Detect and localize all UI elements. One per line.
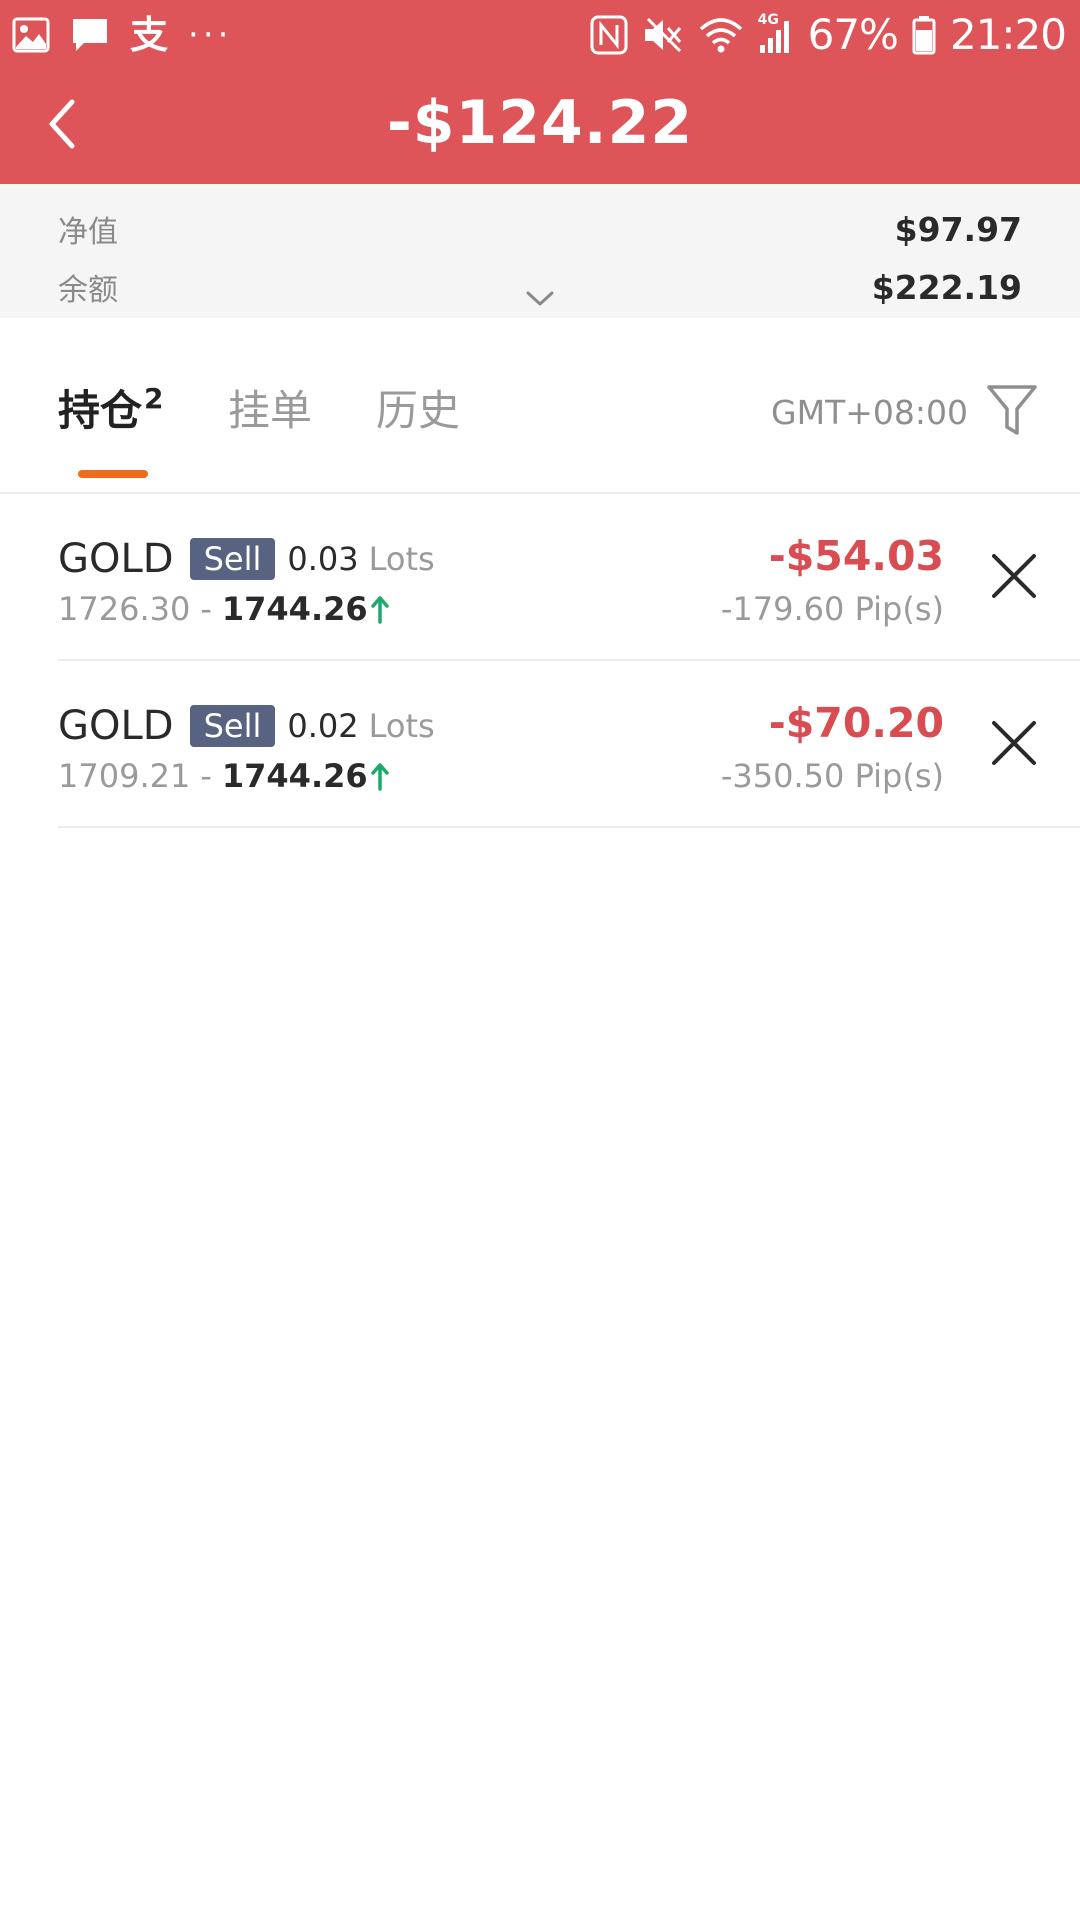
tab-positions[interactable]: 持仓2 <box>58 376 164 446</box>
status-bar-notifications: 支 ··· <box>12 12 232 58</box>
price-separator: - <box>200 757 212 795</box>
nfc-icon <box>590 15 628 55</box>
position-symbol: GOLD <box>58 703 174 749</box>
position-symbol: GOLD <box>58 536 174 582</box>
message-icon <box>70 16 110 54</box>
position-pnl: -$70.20 <box>768 699 944 747</box>
position-lots: 0.02 <box>287 707 359 745</box>
mute-icon <box>642 15 684 55</box>
position-prices: 1709.21 - 1744.26 <box>58 753 390 799</box>
active-tab-indicator <box>78 470 148 478</box>
position-row[interactable]: GOLD Sell 0.03 Lots 1726.30 - 1744.26 -$… <box>58 494 1080 661</box>
close-icon <box>990 719 1038 767</box>
position-lots-unit: Lots <box>368 540 435 578</box>
position-lots: 0.03 <box>287 540 359 578</box>
close-position-button[interactable] <box>984 546 1044 606</box>
tab-history[interactable]: 历史 <box>376 376 460 446</box>
filter-icon <box>986 383 1038 439</box>
tab-positions-label: 持仓 <box>58 386 143 435</box>
positions-list: GOLD Sell 0.03 Lots 1726.30 - 1744.26 -$… <box>0 494 1080 828</box>
app-header: 支 ··· 4G 67% 21:20 -$124.22 <box>0 0 1080 184</box>
position-side-badge: Sell <box>189 538 276 580</box>
image-icon <box>12 17 50 53</box>
clock: 21:20 <box>949 10 1067 59</box>
account-summary[interactable]: 净值 $97.97 余额 $222.19 <box>0 184 1080 318</box>
wifi-icon <box>698 15 744 55</box>
balance-value: $222.19 <box>871 267 1022 307</box>
position-current-price: 1744.26 <box>221 590 368 628</box>
expand-summary-button[interactable] <box>524 288 556 310</box>
position-pips: -350.50 Pip(s) <box>720 757 944 795</box>
equity-label: 净值 <box>58 215 118 250</box>
timezone-label: GMT+08:00 <box>771 393 968 432</box>
network-type-label: 4G <box>757 12 779 28</box>
tab-bar: 持仓2 挂单 历史 GMT+08:00 <box>0 318 1080 494</box>
position-current-price: 1744.26 <box>221 757 368 795</box>
more-icon: ··· <box>188 15 233 55</box>
position-header: GOLD Sell 0.03 Lots <box>58 534 435 584</box>
position-open-price: 1709.21 <box>58 757 191 795</box>
battery-percent: 67% <box>807 10 899 59</box>
arrow-up-icon <box>370 594 390 624</box>
close-icon <box>990 552 1038 600</box>
position-open-price: 1726.30 <box>58 590 191 628</box>
battery-icon <box>912 15 936 55</box>
position-prices: 1726.30 - 1744.26 <box>58 586 390 632</box>
position-header: GOLD Sell 0.02 Lots <box>58 701 435 751</box>
floating-pnl-total: -$124.22 <box>386 88 694 158</box>
positions-count-badge: 2 <box>144 382 164 415</box>
equity-value: $97.97 <box>894 209 1022 249</box>
status-bar: 支 ··· 4G 67% 21:20 <box>0 0 1080 70</box>
ime-icon: 支 <box>130 13 169 57</box>
signal-icon: 4G <box>757 12 794 55</box>
arrow-up-icon <box>370 761 390 791</box>
position-pnl: -$54.03 <box>768 532 944 580</box>
position-lots-unit: Lots <box>368 707 435 745</box>
tab-pending-orders[interactable]: 挂单 <box>228 376 312 446</box>
position-side-badge: Sell <box>189 705 276 747</box>
chevron-down-icon <box>525 290 555 308</box>
balance-label: 余额 <box>58 273 118 308</box>
status-bar-system: 4G 67% 21:20 <box>590 8 1067 62</box>
title-bar: -$124.22 <box>0 70 1080 184</box>
equity-row: 净值 $97.97 <box>58 204 1022 254</box>
close-position-button[interactable] <box>984 713 1044 773</box>
position-pips: -179.60 Pip(s) <box>720 590 944 628</box>
price-separator: - <box>200 590 212 628</box>
filter-button[interactable] <box>982 376 1042 446</box>
position-row[interactable]: GOLD Sell 0.02 Lots 1709.21 - 1744.26 -$… <box>58 661 1080 828</box>
